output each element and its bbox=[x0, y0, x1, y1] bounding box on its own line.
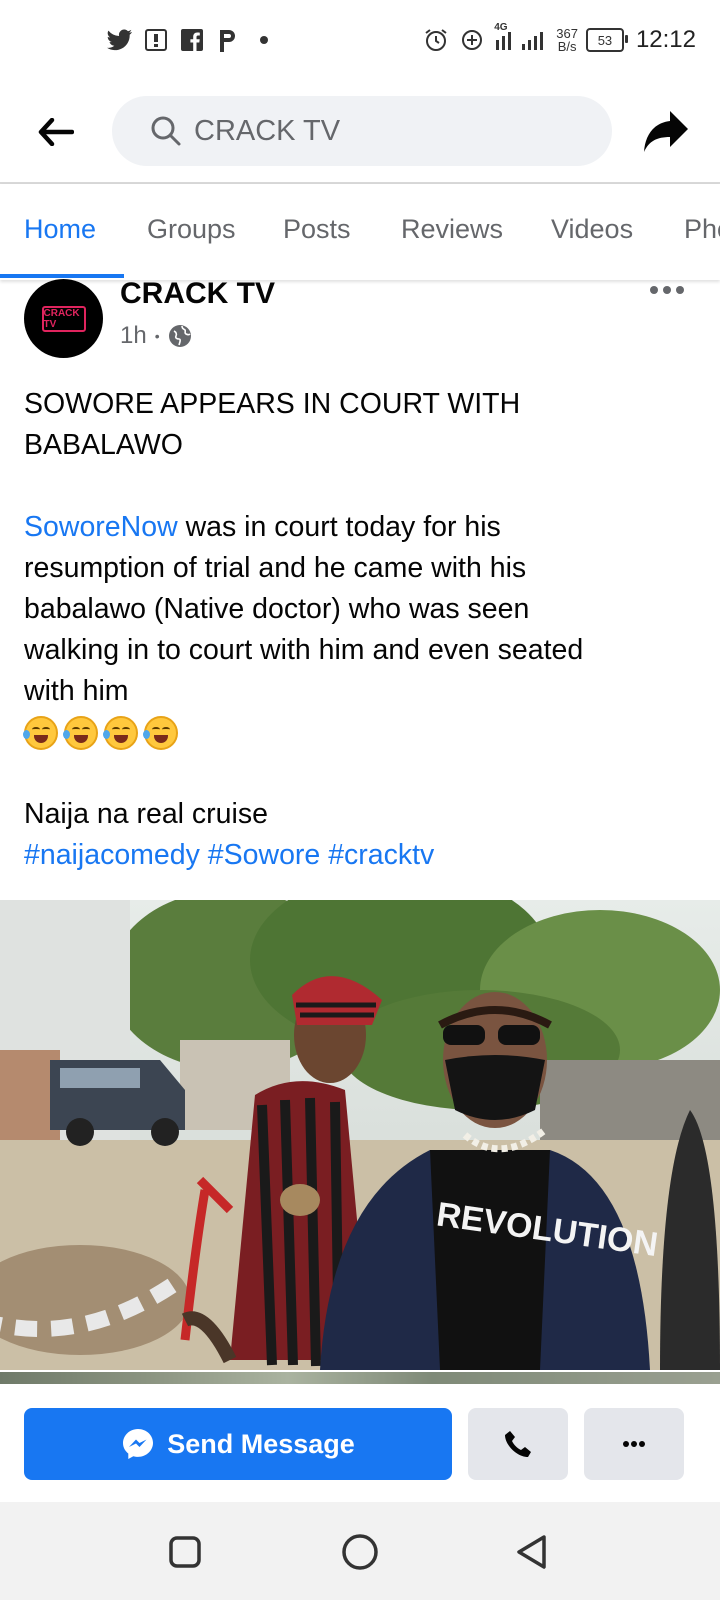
battery-icon: 53 bbox=[585, 28, 628, 52]
hashtag-row: #naijacomedy #Sowore #cracktv bbox=[24, 835, 700, 876]
page-tabs: Home Groups Posts Reviews Videos Pho bbox=[0, 184, 720, 280]
recents-button[interactable] bbox=[163, 1530, 207, 1574]
search-icon bbox=[150, 115, 182, 147]
alarm-icon bbox=[422, 26, 450, 54]
home-button[interactable] bbox=[338, 1530, 382, 1574]
globe-icon bbox=[168, 324, 192, 348]
back-button[interactable] bbox=[30, 108, 82, 156]
search-bar[interactable]: CRACK TV bbox=[112, 96, 612, 166]
top-bar: CRACK TV bbox=[0, 80, 720, 184]
post-text: SOWORE APPEARS IN COURT WITH BABALAWO So… bbox=[23, 384, 700, 876]
post-body-line2: resumption of trial and he came with his bbox=[24, 552, 527, 584]
post-meta: 1h • bbox=[120, 322, 192, 350]
meta-separator: • bbox=[154, 328, 160, 344]
square-icon bbox=[169, 1536, 201, 1568]
more-dots-icon bbox=[623, 1441, 645, 1447]
avatar[interactable]: CRACK TV bbox=[24, 279, 103, 358]
page-action-bar: Send Message bbox=[0, 1384, 720, 1502]
hashtag-link[interactable]: #naijacomedy bbox=[24, 839, 200, 871]
circle-icon bbox=[342, 1534, 378, 1570]
back-arrow-icon bbox=[38, 118, 74, 146]
tab-videos[interactable]: Videos bbox=[551, 214, 633, 245]
post-body-line3: babalawo (Native doctor) who was seen bbox=[24, 593, 530, 625]
laughing-emoji-icon bbox=[103, 716, 138, 751]
post-body-line5: with him bbox=[24, 675, 129, 707]
back-nav-button[interactable] bbox=[510, 1530, 554, 1574]
clock: 12:12 bbox=[635, 26, 696, 53]
tab-photos[interactable]: Pho bbox=[684, 214, 720, 245]
phone-icon bbox=[505, 1431, 531, 1457]
page-name[interactable]: CRACK TV bbox=[120, 277, 275, 311]
share-button[interactable] bbox=[640, 106, 692, 156]
net-speed-unit: B/s bbox=[557, 39, 577, 54]
post-tagline: Naija na real cruise bbox=[24, 798, 268, 830]
data-saver-icon bbox=[458, 26, 486, 54]
post-time[interactable]: 1h bbox=[120, 322, 147, 350]
post-options-button[interactable] bbox=[647, 280, 687, 300]
post-body-line4: walking in to court with him and even se… bbox=[24, 634, 584, 666]
body-text-1: was in court today for his bbox=[177, 511, 501, 543]
tab-reviews[interactable]: Reviews bbox=[401, 214, 503, 245]
share-arrow-icon bbox=[644, 111, 688, 152]
battery-level: 53 bbox=[597, 32, 613, 48]
avatar-logo: CRACK TV bbox=[41, 305, 86, 332]
photo-scene: REVOLUTION bbox=[0, 900, 720, 1370]
tab-posts[interactable]: Posts bbox=[283, 214, 351, 245]
more-actions-button[interactable] bbox=[584, 1408, 684, 1480]
twitter-icon bbox=[106, 26, 134, 54]
hashtag-link[interactable]: #cracktv bbox=[328, 839, 434, 871]
next-photo-strip[interactable] bbox=[0, 1372, 720, 1384]
dot-icon bbox=[250, 26, 278, 54]
mention-link[interactable]: SoworeNow bbox=[24, 511, 178, 543]
triangle-back-icon bbox=[517, 1535, 546, 1569]
search-query: CRACK TV bbox=[194, 114, 341, 147]
send-message-button[interactable]: Send Message bbox=[24, 1408, 452, 1480]
post-headline-line2: BABALAWO bbox=[24, 429, 183, 461]
post-headline-line1: SOWORE APPEARS IN COURT WITH bbox=[24, 388, 521, 420]
laughing-emoji-icon bbox=[143, 716, 178, 751]
net-speed: 367 B/s bbox=[556, 27, 578, 53]
status-bar: 4G 367 B/s 53 12:12 bbox=[0, 0, 720, 80]
more-dots-icon bbox=[650, 286, 684, 294]
emoji-row bbox=[23, 712, 700, 753]
active-tab-indicator bbox=[0, 274, 124, 278]
network-type: 4G bbox=[494, 22, 508, 33]
signal-icon: 4G bbox=[494, 22, 548, 54]
pinterest-icon bbox=[214, 26, 242, 54]
send-message-label: Send Message bbox=[167, 1428, 355, 1459]
call-button[interactable] bbox=[468, 1408, 568, 1480]
post-body-line1: SoworeNow was in court today for his bbox=[24, 507, 700, 548]
post-photo[interactable]: REVOLUTION bbox=[0, 900, 720, 1370]
hashtag-link[interactable]: #Sowore bbox=[208, 839, 320, 871]
messenger-icon bbox=[121, 1427, 155, 1461]
tab-groups[interactable]: Groups bbox=[147, 214, 236, 245]
system-indicators: 4G 367 B/s 53 12:12 bbox=[422, 22, 696, 58]
laughing-emoji-icon bbox=[63, 716, 98, 751]
facebook-icon bbox=[178, 26, 206, 54]
notification-icons bbox=[106, 24, 278, 56]
message-icon bbox=[142, 26, 170, 54]
laughing-emoji-icon bbox=[23, 716, 58, 751]
system-nav-bar bbox=[0, 1502, 720, 1600]
tab-home[interactable]: Home bbox=[24, 214, 96, 245]
